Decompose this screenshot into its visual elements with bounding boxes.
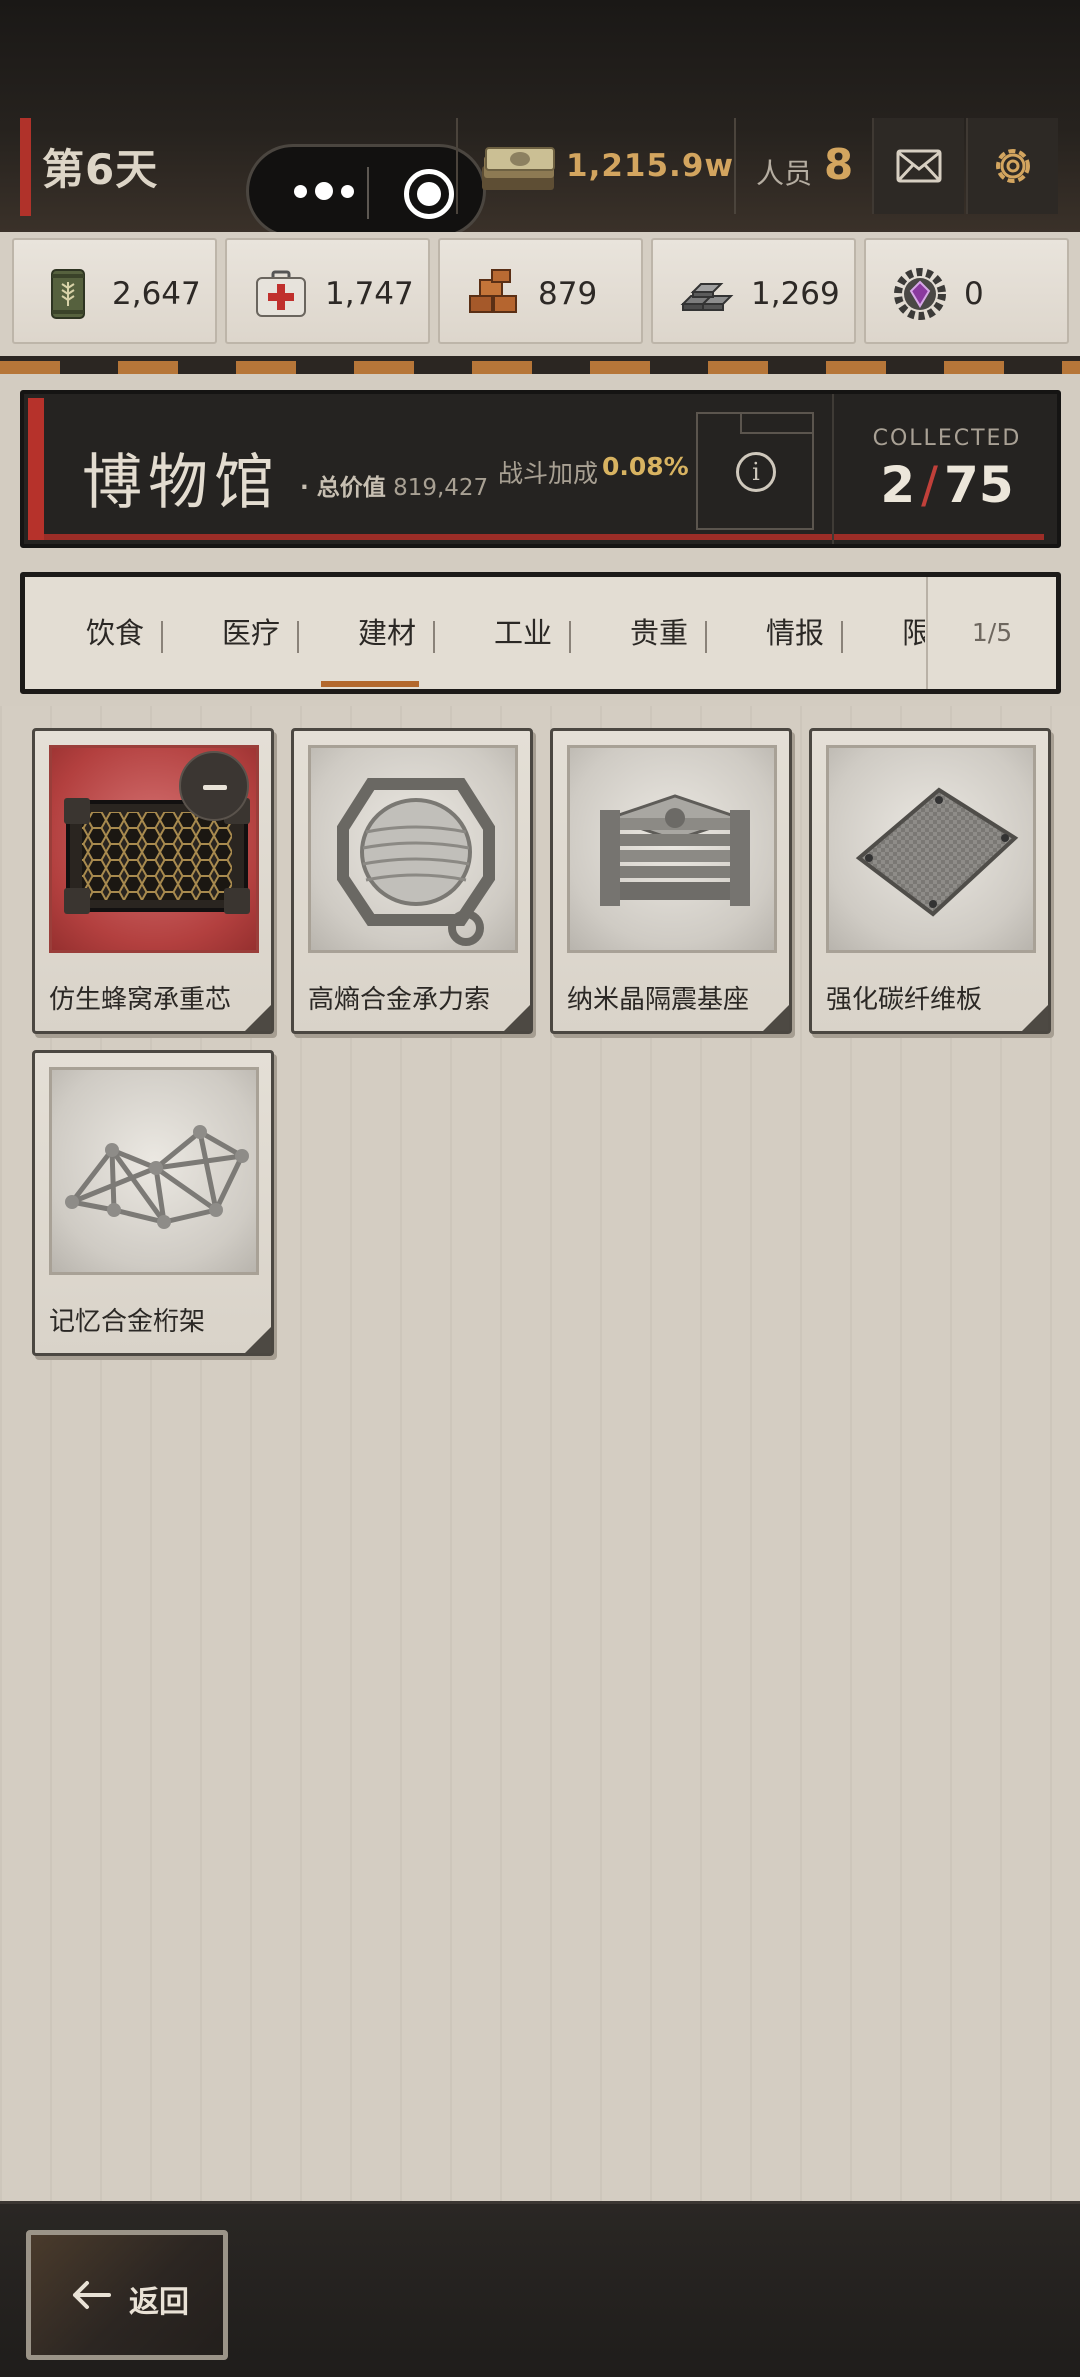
day-label: 第6天: [42, 145, 159, 194]
item-card[interactable]: 强化碳纤维板: [809, 728, 1051, 1034]
info-button[interactable]: i: [696, 412, 814, 530]
collected-label: COLLECTED: [872, 426, 1022, 451]
item-grid: 仿生蜂窝承重芯 高熵合金承力索 纳米晶隔震基座 强化碳纤维板 记忆合金桁架: [0, 706, 1080, 2201]
metal-value: 1,269: [751, 276, 840, 312]
medkit-icon: [256, 270, 306, 317]
staff-count: 8: [824, 140, 854, 189]
carbon-plate-icon: [855, 787, 1019, 917]
more-icon[interactable]: [279, 163, 369, 219]
item-name: 仿生蜂窝承重芯: [49, 985, 232, 1015]
museum-total-value: · 总价值 819,427: [300, 475, 489, 501]
settings-button[interactable]: [966, 118, 1058, 214]
cable-reel-icon: [337, 778, 495, 946]
resource-metal[interactable]: 1,269: [651, 238, 856, 344]
gear-icon: [996, 149, 1030, 183]
bricks-value: 879: [538, 276, 598, 312]
collected-count: 2/75: [880, 456, 1014, 514]
gear-gem-icon: [894, 268, 946, 320]
collected-panel: COLLECTED 2/75: [832, 394, 1058, 544]
item-card[interactable]: 记忆合金桁架: [32, 1050, 274, 1356]
item-name: 纳米晶隔震基座: [567, 985, 750, 1015]
item-card[interactable]: 高熵合金承力索: [291, 728, 533, 1034]
item-name: 记忆合金桁架: [49, 1307, 206, 1337]
item-card[interactable]: 纳米晶隔震基座: [550, 728, 792, 1034]
mail-icon: [896, 149, 942, 183]
combat-bonus-value: 0.08%: [602, 452, 689, 481]
seismic-base-icon: [600, 794, 750, 906]
item-card[interactable]: 仿生蜂窝承重芯: [32, 728, 274, 1034]
cash-stack-icon: [482, 147, 555, 190]
staff-label: 人员: [756, 157, 813, 190]
grain-can-icon: [51, 269, 85, 319]
info-icon: i: [736, 452, 776, 492]
combat-bonus-label: 战斗加成: [498, 459, 599, 488]
close-capsule-icon[interactable]: [404, 169, 454, 219]
truss-icon: [65, 1125, 249, 1229]
resource-bar: 2,647 1,747 879 1,269 0: [0, 232, 1080, 356]
top-header: 第6天 1,215.9w 人员 8: [0, 0, 1080, 238]
museum-header: 博物馆 · 总价值 819,427 战斗加成 0.08% i COLLECTED…: [20, 390, 1061, 548]
bricks-icon: [469, 269, 517, 313]
money-value: 1,215.9w: [566, 148, 735, 184]
resource-food[interactable]: 2,647: [12, 238, 217, 344]
bottom-bar: 返回: [0, 2201, 1080, 2377]
hazard-stripe: [0, 356, 1080, 374]
museum-title: 博物馆: [82, 448, 280, 518]
food-value: 2,647: [112, 276, 201, 312]
arrow-left-icon: [73, 2281, 111, 2309]
item-name: 强化碳纤维板: [826, 985, 983, 1015]
mail-button[interactable]: [872, 118, 964, 214]
day-accent-bar: [20, 118, 31, 216]
gems-value: 0: [964, 276, 984, 312]
medicine-value: 1,747: [325, 276, 414, 312]
back-label: 返回: [129, 2285, 189, 2320]
remove-badge-icon[interactable]: [179, 751, 249, 821]
resource-medicine[interactable]: 1,747: [225, 238, 430, 344]
back-button[interactable]: 返回: [26, 2230, 228, 2360]
tab-page-indicator[interactable]: 1/5: [926, 577, 1056, 689]
resource-bricks[interactable]: 879: [438, 238, 643, 344]
item-name: 高熵合金承力索: [308, 985, 491, 1015]
category-tabs: 饮食 医疗 建材 工业 贵重 情报 限定 1/5: [20, 572, 1061, 694]
mini-program-capsule[interactable]: [246, 144, 486, 238]
metal-ingots-icon: [680, 283, 734, 311]
tab-limited[interactable]: 限定: [863, 577, 925, 689]
resource-gems[interactable]: 0: [864, 238, 1069, 344]
active-tab-indicator: [321, 681, 419, 687]
